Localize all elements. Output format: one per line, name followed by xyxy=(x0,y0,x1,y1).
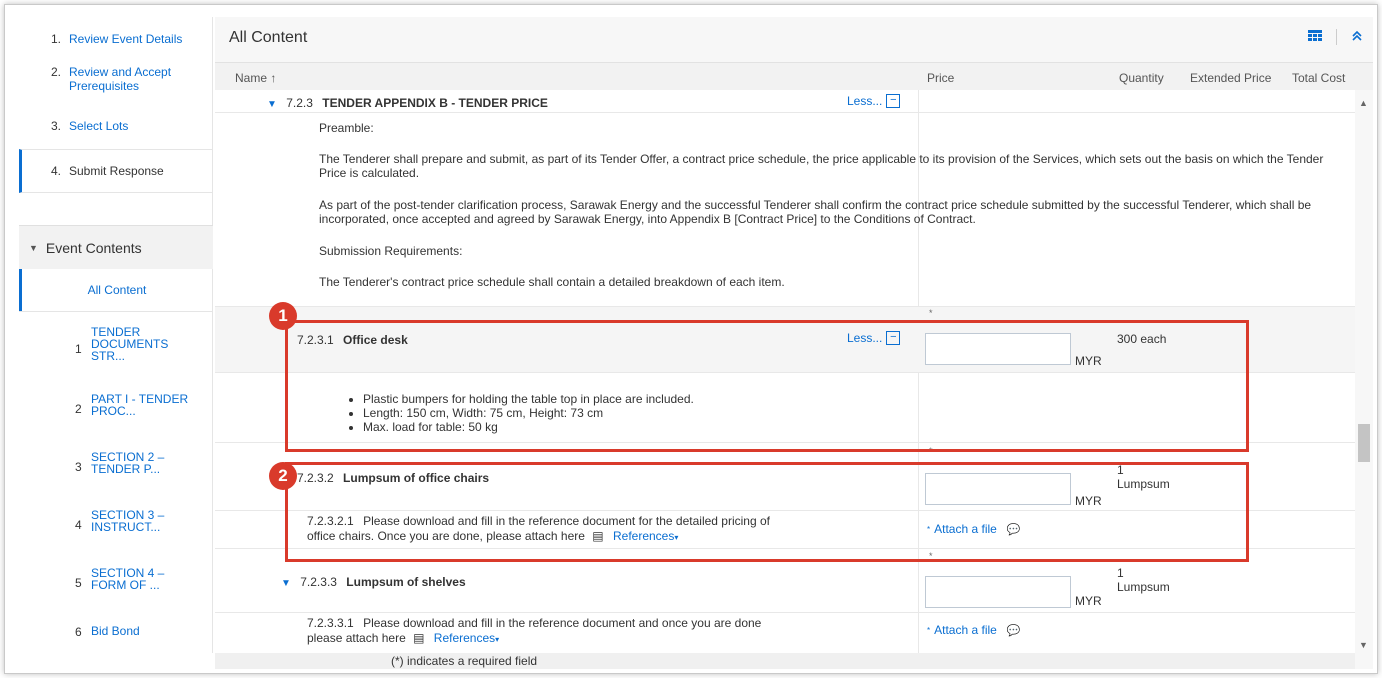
vertical-scrollbar[interactable]: ▲ ▼ xyxy=(1355,90,1373,658)
required-star: * xyxy=(929,308,933,318)
item-number: 7.2.3.3 xyxy=(300,575,337,589)
sidebar-item-label: TENDER DOCUMENTS STR... xyxy=(91,325,169,363)
collapse-caret-icon: ▼ xyxy=(29,242,38,253)
section-header: ▼ 7.2.3 TENDER APPENDIX B - TENDER PRICE xyxy=(267,96,548,110)
step-number: 4. xyxy=(51,164,62,178)
sidebar-item-label: SECTION 3 – INSTRUCT... xyxy=(91,508,165,534)
references-link[interactable]: References xyxy=(434,631,495,645)
shelves-price-input[interactable] xyxy=(925,576,1071,608)
sidebar-item-label: PART I - TENDER PROC... xyxy=(91,392,189,418)
sidebar-item-label: SECTION 2 – TENDER P... xyxy=(91,450,165,476)
breakdown-paragraph: The Tenderer's contract price schedule s… xyxy=(319,275,785,289)
item-quantity-unit: Lumpsum xyxy=(1117,580,1170,594)
toolbar-divider xyxy=(1336,29,1337,45)
column-price-header[interactable]: Price xyxy=(927,71,954,85)
steps-list: 1. Review Event Details 2. Review and Ac… xyxy=(19,17,213,193)
step-review-event-details[interactable]: 1. Review Event Details xyxy=(19,17,212,61)
preamble-paragraph: The Tenderer shall prepare and submit, a… xyxy=(319,152,1324,180)
scroll-up-icon[interactable]: ▲ xyxy=(1359,98,1368,108)
section-less-toggle[interactable]: Less... − xyxy=(847,94,901,108)
add-comment-icon[interactable]: 💬 xyxy=(1007,624,1021,637)
step-submit-response[interactable]: 4. Submit Response xyxy=(19,149,212,193)
item-quantity-number: 1 xyxy=(1117,566,1124,580)
column-total-cost-header[interactable]: Total Cost xyxy=(1292,71,1345,85)
column-name-header[interactable]: Name ↑ xyxy=(235,71,276,85)
attach-file-control[interactable]: * Attach a file 💬 xyxy=(927,623,1021,637)
sidebar-item-section-2[interactable]: 3 SECTION 2 – TENDER P... xyxy=(19,439,213,497)
item-number: 3 xyxy=(75,460,82,474)
sidebar-item-part-i[interactable]: 2 PART I - TENDER PROC... xyxy=(19,383,213,439)
table-view-icon[interactable] xyxy=(1308,29,1322,45)
expand-triangle-icon[interactable]: ▼ xyxy=(281,578,291,589)
step-label: Review and Accept Prerequisites xyxy=(69,65,172,93)
column-header-row: Name ↑ Price Quantity Extended Price Tot… xyxy=(215,62,1373,90)
event-contents-header[interactable]: ▼ Event Contents xyxy=(19,225,213,269)
instruction-line: please attach here xyxy=(307,631,406,645)
sub-item-number: 7.2.3.3.1 xyxy=(307,616,354,630)
clarification-paragraph: As part of the post-tender clarification… xyxy=(319,198,1312,226)
sidebar-item-bid-bond[interactable]: 6 Bid Bond xyxy=(19,613,213,653)
shelves-instruction: 7.2.3.3.1 Please download and fill in th… xyxy=(307,616,761,647)
submission-label: Submission Requirements: xyxy=(319,244,463,258)
attach-file-link[interactable]: Attach a file xyxy=(934,623,997,637)
step-number: 1. xyxy=(51,32,62,46)
sidebar-item-label: Bid Bond xyxy=(91,624,140,638)
sidebar-item-section-4[interactable]: 5 SECTION 4 – FORM OF ... xyxy=(19,555,213,613)
item-number: 2 xyxy=(75,402,82,416)
sidebar: 1. Review Event Details 2. Review and Ac… xyxy=(19,17,213,669)
sidebar-item-label: All Content xyxy=(87,283,147,297)
item-number: 5 xyxy=(75,576,82,590)
step-label: Select Lots xyxy=(69,119,129,133)
sidebar-item-all-content[interactable]: All Content xyxy=(19,269,213,311)
item-title: Lumpsum of shelves xyxy=(346,575,466,589)
app-window: 1. Review Event Details 2. Review and Ac… xyxy=(4,4,1378,674)
section-number: 7.2.3 xyxy=(286,96,313,110)
document-icon[interactable]: ▤ xyxy=(413,631,424,645)
page-title: All Content xyxy=(229,29,308,46)
preamble-label: Preamble: xyxy=(319,121,374,135)
event-contents-label: Event Contents xyxy=(45,239,142,256)
step-number: 2. xyxy=(51,65,62,79)
sidebar-spacer xyxy=(19,193,213,225)
collapse-up-icon[interactable] xyxy=(1351,29,1363,45)
section-title: TENDER APPENDIX B - TENDER PRICE xyxy=(322,96,548,110)
sidebar-item-tender-documents[interactable]: 1 TENDER DOCUMENTS STR... xyxy=(19,311,213,383)
step-select-lots[interactable]: 3. Select Lots xyxy=(19,105,212,149)
item-number: 1 xyxy=(75,342,82,356)
scrollbar-thumb[interactable] xyxy=(1358,424,1370,462)
highlight-box-office-chairs xyxy=(285,462,1249,562)
step-number: 3. xyxy=(51,119,62,133)
less-link[interactable]: Less... xyxy=(847,94,882,108)
required-star: * xyxy=(927,625,931,635)
content-panel: All Content Name ↑ Price Quantity Extend… xyxy=(215,17,1373,669)
step-label: Review Event Details xyxy=(69,32,183,46)
step-label: Submit Response xyxy=(69,164,164,178)
minus-icon[interactable]: − xyxy=(886,94,901,108)
item-number: 6 xyxy=(75,625,82,639)
row-divider xyxy=(215,112,1355,113)
scroll-down-icon[interactable]: ▼ xyxy=(1359,640,1368,650)
annotation-badge-2: 2 xyxy=(269,462,297,490)
sidebar-item-label: SECTION 4 – FORM OF ... xyxy=(91,566,165,592)
row-divider xyxy=(215,306,1355,307)
column-extended-price-header[interactable]: Extended Price xyxy=(1190,71,1271,85)
toolbar xyxy=(1308,29,1363,45)
step-review-prerequisites[interactable]: 2. Review and Accept Prerequisites xyxy=(19,61,212,105)
required-note-bar: (*) indicates a required field xyxy=(215,653,1355,669)
instruction-line: Please download and fill in the referenc… xyxy=(363,616,762,630)
expand-triangle-icon[interactable]: ▼ xyxy=(267,99,277,110)
column-quantity-header[interactable]: Quantity xyxy=(1119,71,1164,85)
item-number: 4 xyxy=(75,518,82,532)
item-shelves: ▼ 7.2.3.3 Lumpsum of shelves xyxy=(281,575,466,589)
currency-label: MYR xyxy=(1075,594,1102,608)
highlight-box-office-desk xyxy=(285,320,1249,452)
annotation-badge-1: 1 xyxy=(269,302,297,330)
required-field-note: (*) indicates a required field xyxy=(391,654,538,668)
dropdown-arrow-icon[interactable]: ▾ xyxy=(495,635,499,644)
sidebar-item-section-3[interactable]: 4 SECTION 3 – INSTRUCT... xyxy=(19,497,213,555)
content-table: ▼ 7.2.3 TENDER APPENDIX B - TENDER PRICE… xyxy=(215,90,1355,658)
row-divider xyxy=(215,612,1355,613)
